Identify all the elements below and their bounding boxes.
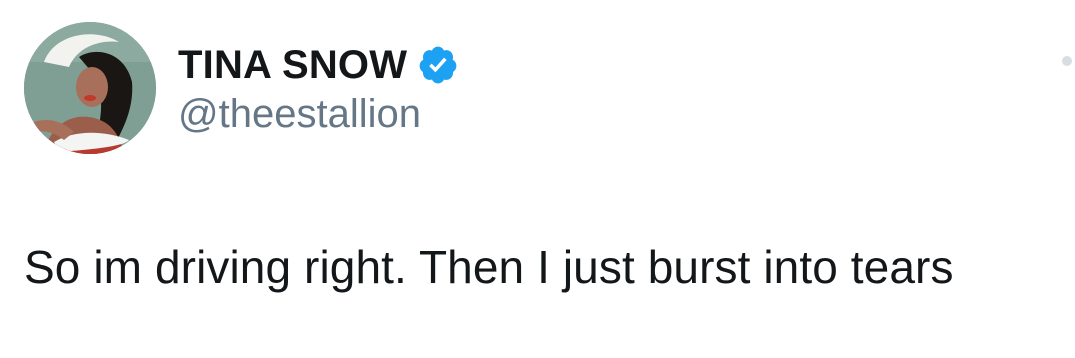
display-name-row: TINA SNOW (178, 40, 459, 90)
avatar-image (24, 22, 156, 154)
verified-badge-icon (417, 44, 459, 86)
tweet-card: TINA SNOW @theestallion So im driving ri… (0, 0, 1075, 358)
user-handle[interactable]: @theestallion (178, 92, 421, 137)
tweet-text: So im driving right. Then I just burst i… (24, 241, 954, 293)
display-name[interactable]: TINA SNOW (178, 43, 407, 88)
avatar[interactable] (24, 22, 156, 154)
more-options-icon[interactable] (1062, 56, 1072, 66)
